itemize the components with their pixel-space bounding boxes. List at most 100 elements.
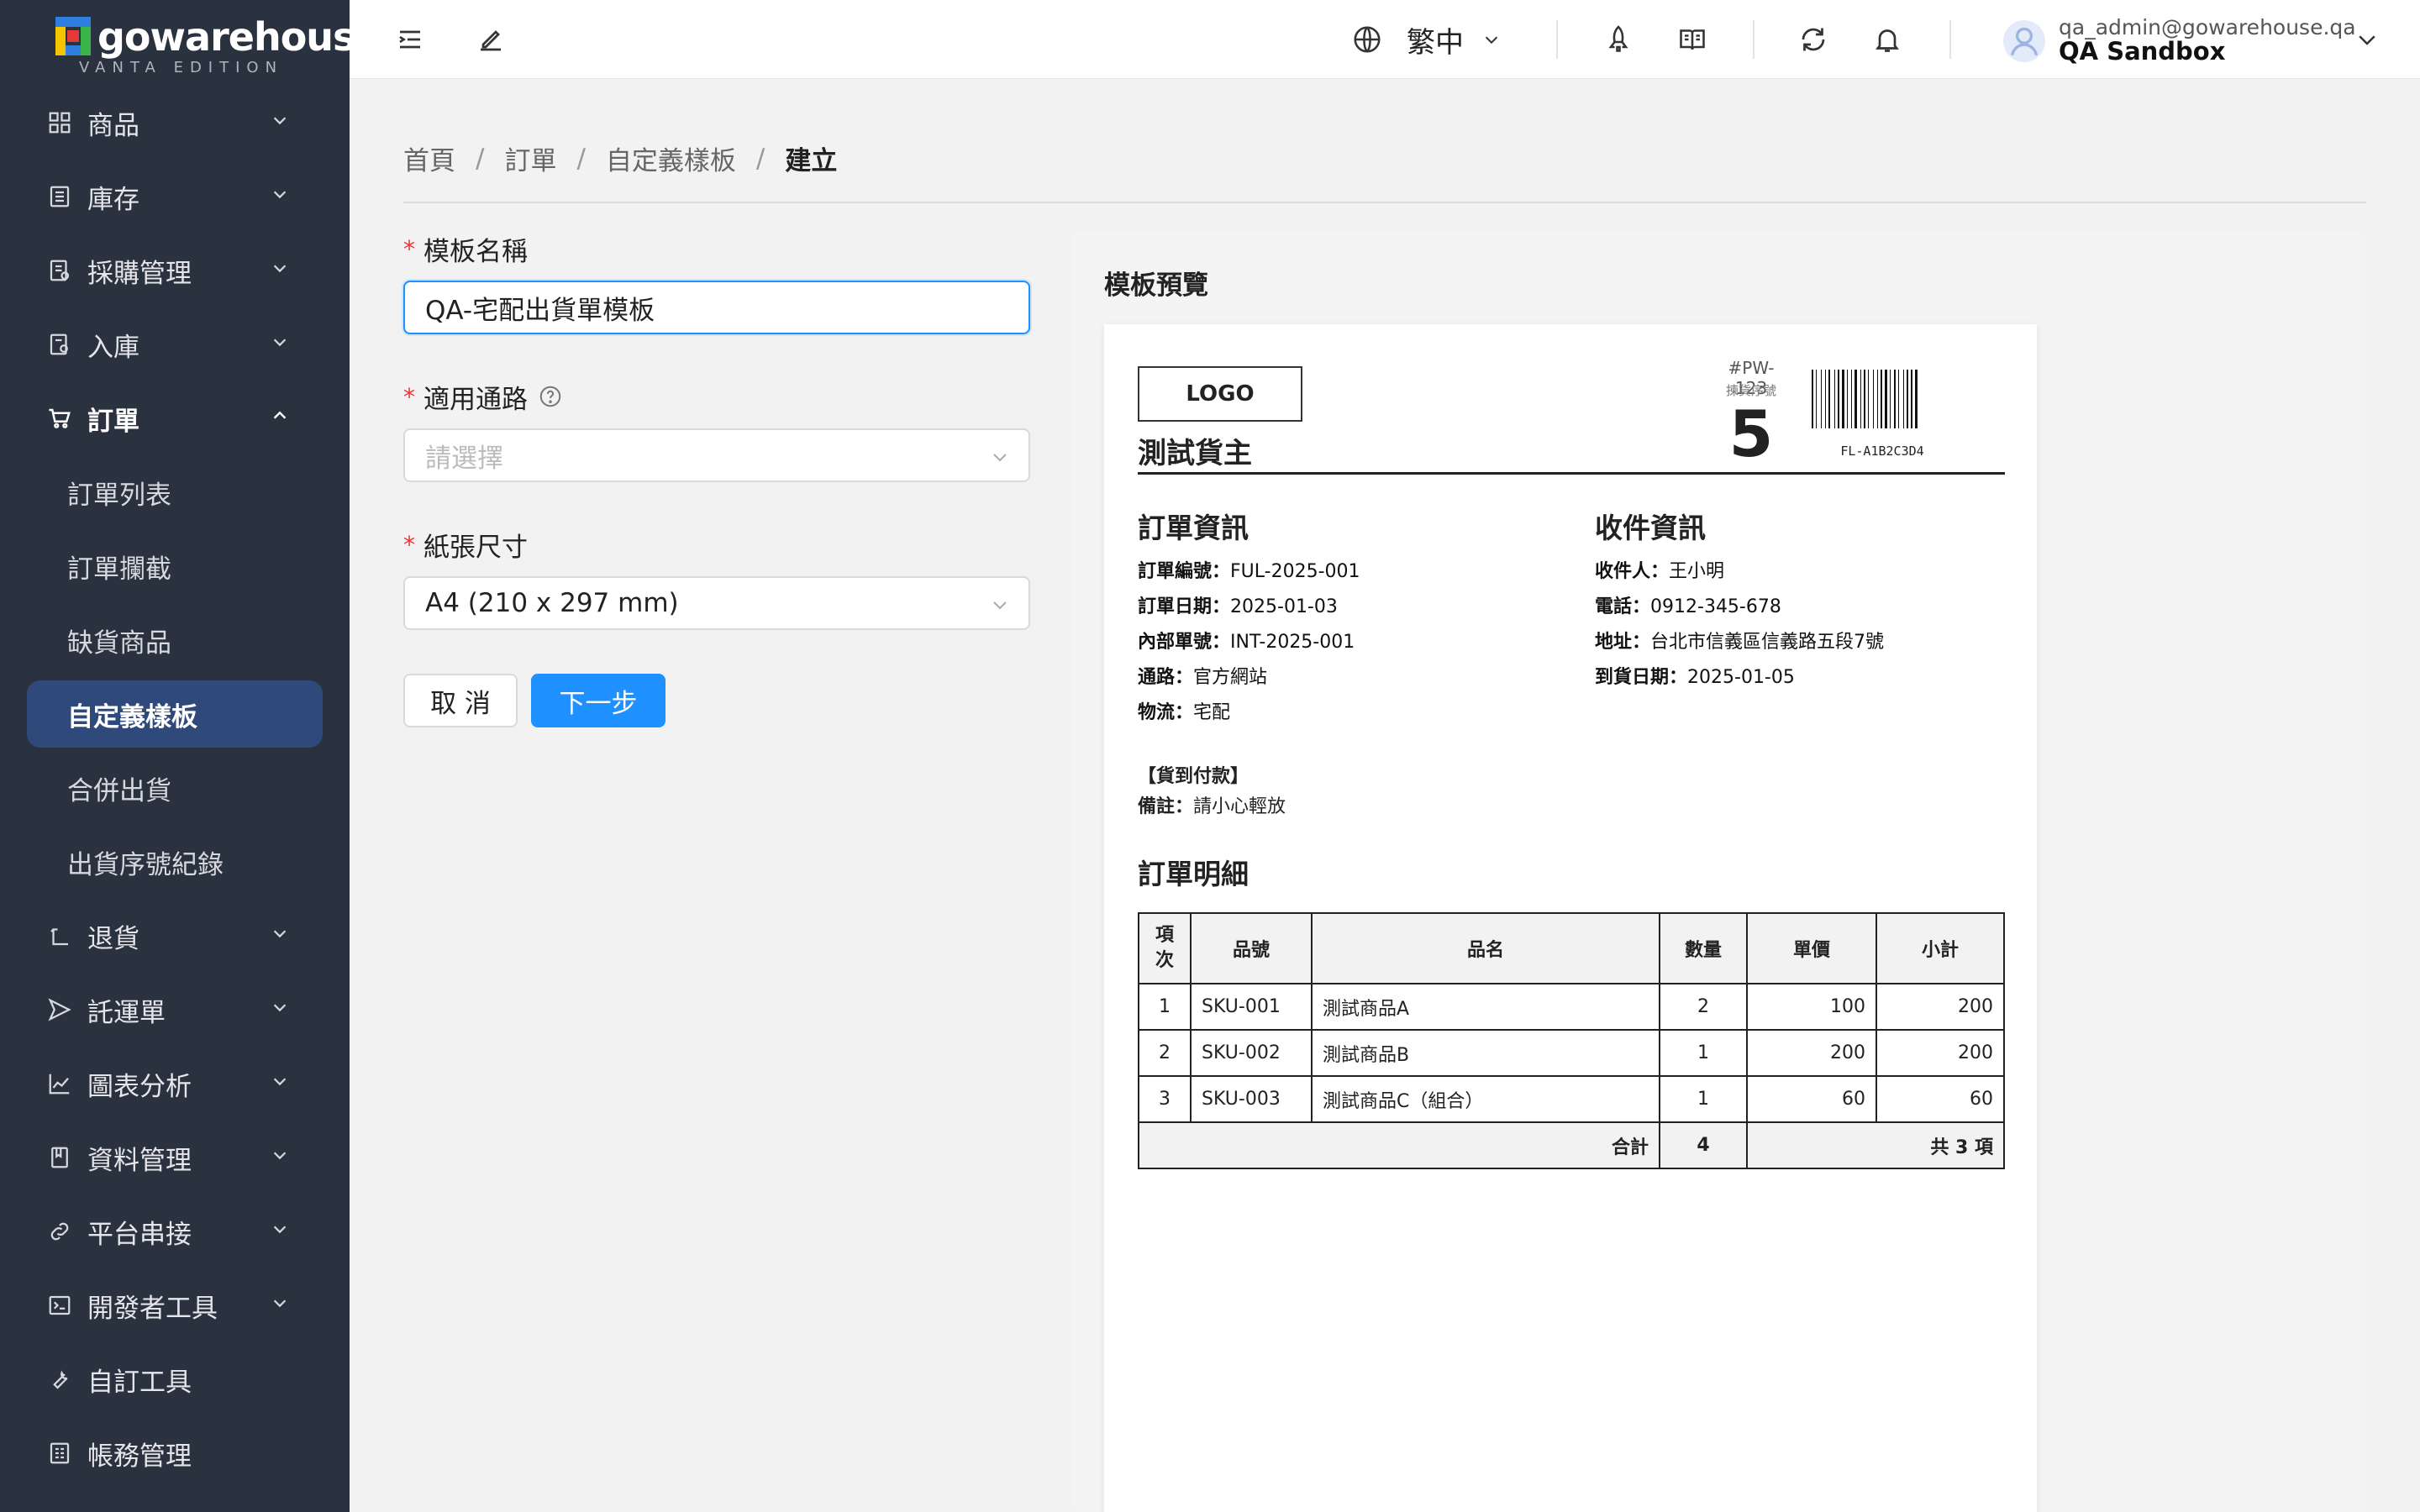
channel-placeholder: 請選擇 <box>425 443 503 474</box>
sidebar-item-label: 圖表分析 <box>87 1071 192 1102</box>
chevron-down-icon <box>1485 36 1498 45</box>
breadcrumb: 首頁 / 訂單 / 自定義樣板 / 建立 <box>403 139 837 177</box>
chevron-down-icon <box>273 1299 287 1308</box>
sidebar-item-label: 自訂工具 <box>87 1367 192 1398</box>
sidebar-subitem-merge-shipment[interactable]: 合併出貨 <box>0 751 350 825</box>
breadcrumb-custom-template[interactable]: 自定義樣板 <box>606 139 736 177</box>
sidebar-item-label: 平台串接 <box>87 1219 192 1250</box>
sidebar-item-inbound[interactable]: 入庫 <box>0 307 350 381</box>
sidebar-subitem-order-list[interactable]: 訂單列表 <box>0 455 350 529</box>
chevron-down-icon <box>273 117 287 125</box>
help-icon[interactable] <box>538 384 563 409</box>
sidebar-item-orders[interactable]: 訂單 <box>0 381 350 455</box>
main-content: 首頁 / 訂單 / 自定義樣板 / 建立 * 模板名稱 QA-宅配出貨單模板 *… <box>350 79 2420 1512</box>
preview-owner: 測試貨主 <box>1138 437 1252 470</box>
sidebar-subitem-serial-records[interactable]: 出貨序號紀錄 <box>0 825 350 899</box>
brand-name: gowarehouse <box>97 14 381 60</box>
sidebar-item-purchasing[interactable]: 採購管理 <box>0 234 350 307</box>
book-icon <box>51 1147 68 1168</box>
table-row: 3 SKU-003 測試商品C（組合） 1 60 60 <box>1138 1075 2005 1123</box>
table-row: 1 SKU-001 測試商品A 2 100 200 <box>1138 983 2005 1031</box>
return-icon <box>50 928 68 946</box>
terminal-icon <box>49 1295 71 1315</box>
remark: 備註：請小心輕放 <box>1138 796 1286 817</box>
sidebar-item-label: 商品 <box>87 110 139 141</box>
brand-logo[interactable]: gowarehouse VANTA EDITION <box>55 15 381 76</box>
col-subtotal: 小計 <box>1876 912 2005 984</box>
breadcrumb-home[interactable]: 首頁 <box>403 139 455 177</box>
order-info-title: 訂單資訊 <box>1138 512 1249 544</box>
col-sku: 品號 <box>1190 912 1313 984</box>
inventory-icon <box>50 186 70 207</box>
purchase-icon <box>50 260 70 281</box>
user-icon <box>2010 27 2039 56</box>
chevron-down-icon <box>993 454 1007 462</box>
header-divider <box>1753 20 1754 59</box>
link-icon <box>50 1222 69 1241</box>
sidebar-item-inventory[interactable]: 庫存 <box>0 160 350 234</box>
breadcrumb-orders[interactable]: 訂單 <box>504 139 556 177</box>
sidebar-item-products[interactable]: 商品 <box>0 86 350 160</box>
language-label: 繁中 <box>1407 25 1464 60</box>
col-name: 品名 <box>1311 912 1660 984</box>
top-header: 繁中 qa_admin@gowarehouse.qa QA Sandbox <box>350 0 2420 79</box>
sidebar-item-label: 帳務管理 <box>87 1441 192 1472</box>
order-info-row: 物流：宅配 <box>1138 702 1231 723</box>
preview-logo: LOGO <box>1138 366 1302 422</box>
edit-icon[interactable] <box>476 24 506 55</box>
menu-collapse-icon[interactable] <box>395 24 425 55</box>
sidebar-item-billing[interactable]: 帳務管理 <box>0 1416 350 1490</box>
book-open-icon[interactable] <box>1677 24 1707 55</box>
sidebar-item-label: 入庫 <box>87 332 139 363</box>
order-info-row: 通路：官方網站 <box>1138 667 1268 688</box>
user-name: QA Sandbox <box>2059 37 2226 66</box>
cancel-button[interactable]: 取 消 <box>403 674 518 727</box>
chevron-down-icon <box>273 265 287 273</box>
preview-barcode-text: FL-A1B2C3D4 <box>1840 444 1924 459</box>
template-name-input[interactable]: QA-宅配出貨單模板 <box>403 281 1030 334</box>
sidebar-item-analytics[interactable]: 圖表分析 <box>0 1047 350 1121</box>
sidebar-item-label: 退貨 <box>87 923 139 954</box>
chevron-down-icon <box>273 1226 287 1234</box>
sidebar-item-label: 採購管理 <box>87 258 192 289</box>
sidebar-item-returns[interactable]: 退貨 <box>0 899 350 973</box>
sidebar-subitem-custom-template[interactable]: 自定義樣板 <box>27 680 323 748</box>
sidebar: gowarehouse VANTA EDITION 商品 庫存 採購管理 入庫 … <box>0 0 381 1512</box>
order-info-row: 訂單編號：FUL-2025-001 <box>1138 561 1360 582</box>
preview-header-line <box>1138 472 2005 475</box>
table-row: 2 SKU-002 測試商品B 1 200 200 <box>1138 1029 2005 1077</box>
rocket-icon[interactable] <box>1603 24 1634 55</box>
recipient-info-row: 地址：台北市信義區信義路五段7號 <box>1595 632 1885 653</box>
breadcrumb-divider <box>403 202 2366 203</box>
channel-label: * 適用通路 <box>403 378 1076 415</box>
next-button[interactable]: 下一步 <box>531 674 666 727</box>
table-header-row: 項次 品號 品名 數量 單價 小計 <box>1138 912 2005 984</box>
sidebar-item-data-management[interactable]: 資料管理 <box>0 1121 350 1194</box>
sidebar-item-waybills[interactable]: 託運單 <box>0 973 350 1047</box>
sidebar-subitem-out-of-stock[interactable]: 缺貨商品 <box>0 603 350 677</box>
cart-icon <box>49 408 71 428</box>
channel-select[interactable]: 請選擇 <box>403 428 1030 482</box>
recipient-info-title: 收件資訊 <box>1595 512 1706 544</box>
sidebar-item-developer-tools[interactable]: 開發者工具 <box>0 1268 350 1342</box>
paper-size-select[interactable]: A4 (210 x 297 mm) <box>403 576 1030 630</box>
header-divider <box>1556 20 1558 59</box>
grid-icon <box>49 112 71 134</box>
bell-icon[interactable] <box>1872 24 1902 55</box>
chevron-up-icon <box>273 411 287 419</box>
sidebar-item-integrations[interactable]: 平台串接 <box>0 1194 350 1268</box>
recipient-info-row: 收件人：王小明 <box>1595 561 1725 582</box>
sidebar-item-label: 開發者工具 <box>87 1293 218 1324</box>
chevron-down-icon <box>273 1078 287 1086</box>
avatar <box>2003 20 2045 62</box>
cod-notice: 【貨到付款】 <box>1138 766 1249 787</box>
refresh-icon[interactable] <box>1798 24 1828 55</box>
sidebar-subitem-order-intercept[interactable]: 訂單攔截 <box>0 529 350 603</box>
preview-paper: LOGO 測試貨主 #PW-123 揀貨序號 5 FL-A1B2C3D4 訂單資… <box>1104 324 2037 1512</box>
sidebar-item-custom-tools[interactable]: 自訂工具 <box>0 1342 350 1416</box>
user-email: qa_admin@gowarehouse.qa <box>2059 15 2356 39</box>
order-detail-table: 項次 品號 品名 數量 單價 小計 1 SKU-001 測試商品A 2 100 <box>1138 912 2005 1169</box>
header-divider <box>1949 20 1951 59</box>
language-selector[interactable]: 繁中 <box>1351 18 1501 60</box>
send-icon <box>48 998 71 1021</box>
